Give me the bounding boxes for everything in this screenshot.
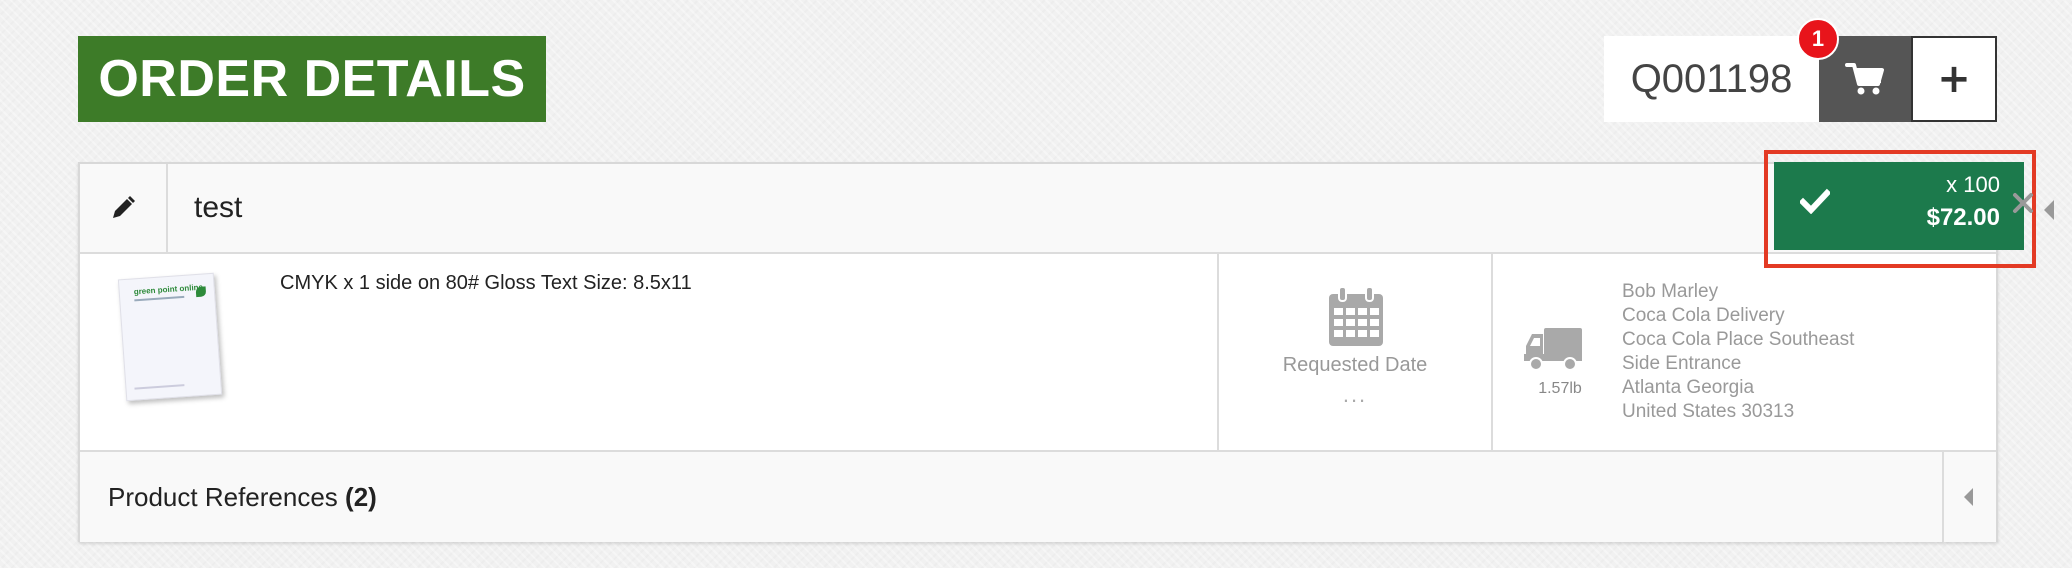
check-icon: [1800, 188, 1830, 214]
remove-item-button[interactable]: [2010, 190, 2036, 216]
address-line: Side Entrance: [1622, 353, 1742, 374]
product-thumbnail: green point online: [117, 272, 223, 402]
caret-left-icon[interactable]: [2044, 200, 2054, 220]
shipping-address: Bob Marley Coca Cola Delivery Coca Cola …: [1622, 280, 1854, 424]
references-toggle[interactable]: [1942, 452, 1996, 542]
confirm-price-button[interactable]: x 100 $72.00: [1774, 162, 2024, 250]
cart-icon: [1845, 63, 1884, 95]
requested-date-cell[interactable]: Requested Date ...: [1217, 254, 1493, 450]
item-header-row: test x 100 $72.00: [80, 150, 2054, 268]
item-detail-row: green point online CMYK x 1 side on 80# …: [80, 254, 1996, 452]
order-item-card: test x 100 $72.00 green point online CMY…: [78, 150, 2054, 542]
page-title: ORDER DETAILS: [78, 36, 546, 122]
add-button[interactable]: +: [1911, 36, 1997, 122]
requested-date-value: ...: [1342, 382, 1368, 407]
item-name[interactable]: test: [194, 164, 242, 252]
item-quantity: x 100: [1946, 172, 2000, 197]
edit-button[interactable]: [80, 164, 168, 252]
close-icon: [2013, 193, 2033, 213]
cart-count-badge: 1: [1797, 18, 1839, 60]
item-description: CMYK x 1 side on 80# Gloss Text Size: 8.…: [280, 272, 692, 294]
thumbnail-line: [134, 295, 185, 302]
shipping-weight: 1.57lb: [1538, 380, 1582, 397]
quote-number: Q001198: [1604, 36, 1819, 122]
calendar-icon: [1329, 286, 1383, 346]
product-references-row[interactable]: Product References (2): [80, 452, 1996, 542]
caret-left-icon: [1964, 488, 1973, 506]
thumbnail-text: green point online: [133, 282, 204, 297]
address-line: Coca Cola Place Southeast: [1622, 329, 1855, 350]
pencil-icon: [113, 196, 135, 218]
requested-date-label: Requested Date: [1282, 354, 1428, 376]
leaf-logo-icon: [195, 286, 207, 298]
address-line: United States 30313: [1622, 401, 1795, 422]
product-references-label: Product References (2): [108, 452, 377, 542]
item-price: $72.00: [1926, 204, 2000, 231]
truck-icon: [1524, 328, 1582, 371]
address-line: Bob Marley: [1622, 281, 1719, 302]
references-title: Product References: [108, 482, 338, 512]
thumbnail-footer: [134, 384, 185, 390]
references-count: (2): [345, 482, 377, 512]
address-line: Coca Cola Delivery: [1622, 305, 1785, 326]
address-line: Atlanta Georgia: [1622, 377, 1755, 398]
